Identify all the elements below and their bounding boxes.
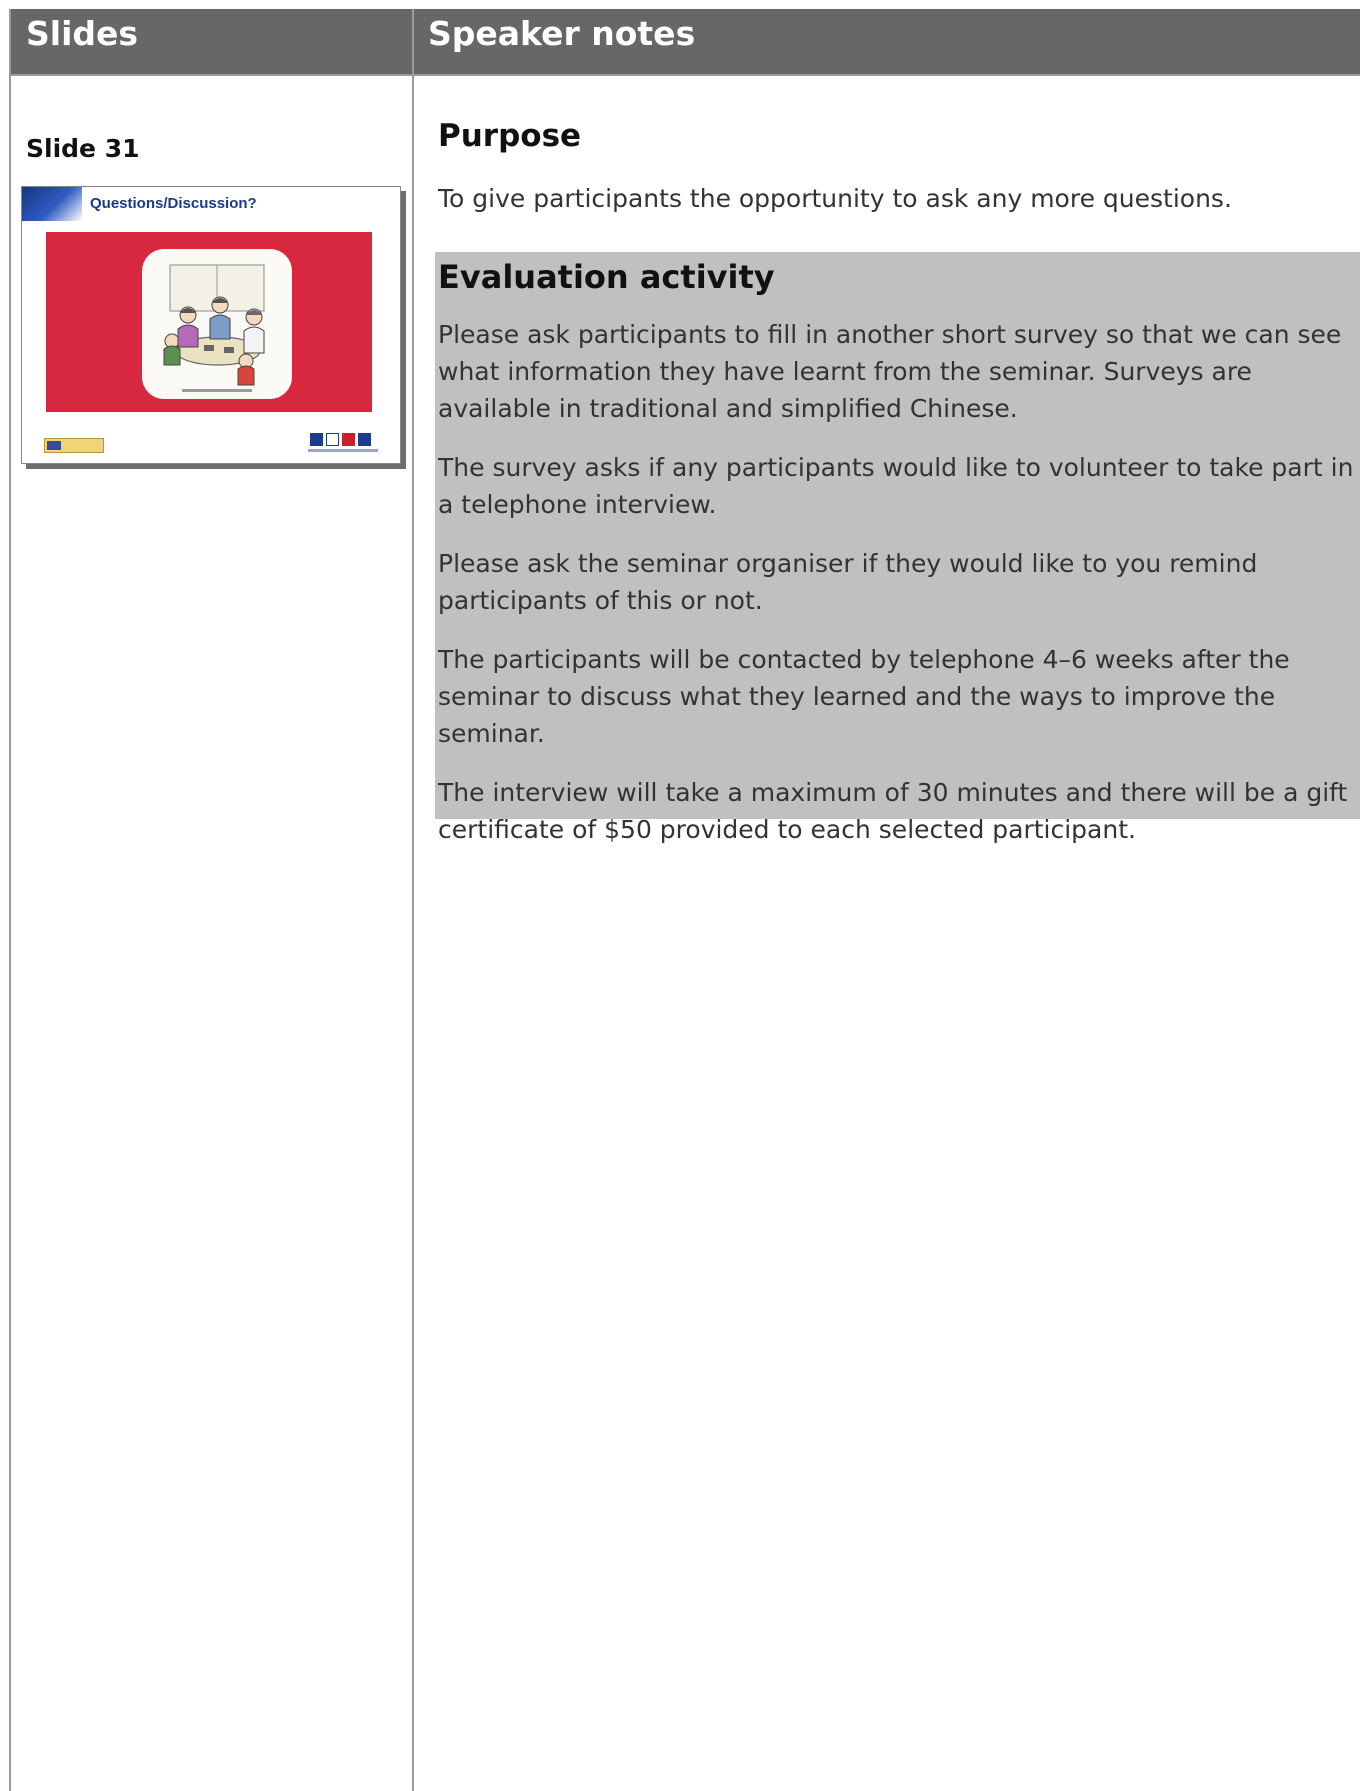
slide-title: Questions/Discussion? [90, 195, 257, 212]
evaluation-paragraph: Please ask participants to fill in anoth… [438, 320, 1342, 423]
evaluation-activity-box: Evaluation activity Please ask participa… [435, 252, 1360, 844]
discussion-illustration [142, 249, 292, 399]
purpose-heading: Purpose [438, 118, 582, 154]
slide-corner-graphic [22, 187, 82, 221]
evaluation-paragraph: The interview will take a maximum of 30 … [438, 778, 1348, 844]
evaluation-heading: Evaluation activity [438, 258, 775, 296]
group-discussion-icon [163, 264, 265, 392]
slides-column-header: Slides [26, 14, 139, 53]
table-header: Slides Speaker notes [11, 9, 1360, 74]
logo-square-icon [358, 433, 371, 446]
speaker-notes-column-header: Speaker notes [428, 14, 696, 53]
logo-caption [308, 449, 378, 452]
flag-icon [47, 441, 61, 450]
slide-number-label: Slide 31 [26, 134, 140, 163]
slide-thumbnail: Questions/Discussion? [21, 186, 401, 464]
logo-square-icon [310, 433, 323, 446]
evaluation-paragraph: The survey asks if any participants woul… [438, 453, 1354, 519]
logo-square-icon [326, 433, 339, 446]
evaluation-paragraphs: Please ask participants to fill in anoth… [438, 316, 1358, 870]
column-divider [412, 9, 414, 1791]
sponsor-logo [44, 438, 104, 453]
logo-square-icon [342, 433, 355, 446]
header-divider [11, 74, 1360, 76]
evaluation-paragraph: The participants will be contacted by te… [438, 645, 1290, 748]
slide-red-panel [46, 232, 372, 412]
evaluation-paragraph: Please ask the seminar organiser if they… [438, 549, 1258, 615]
partner-logo [308, 433, 378, 457]
purpose-text: To give participants the opportunity to … [438, 184, 1232, 213]
notes-table: Slides Speaker notes Slide 31 Questions/… [9, 9, 1360, 1791]
